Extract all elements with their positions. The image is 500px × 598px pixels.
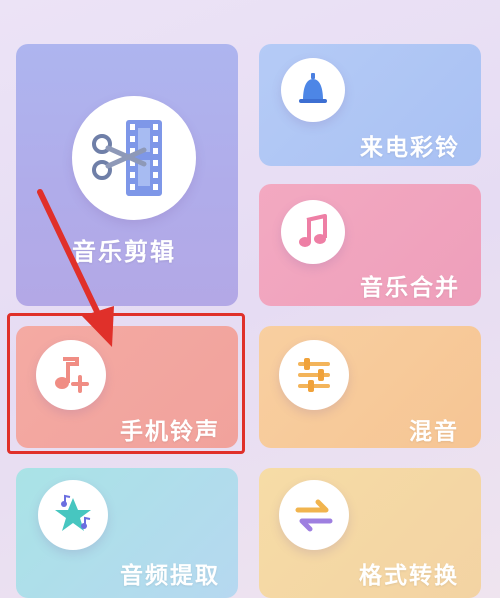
- music-note-icon: [281, 200, 345, 264]
- film-scissors-icon: [72, 96, 196, 220]
- swap-arrows-icon: [279, 480, 349, 550]
- phone-ringtone-card[interactable]: 手机铃声: [16, 326, 238, 448]
- equalizer-icon: [279, 340, 349, 410]
- music-note-plus-icon: [36, 340, 106, 410]
- star-music-icon: [38, 480, 108, 550]
- ringtone-call-card[interactable]: 来电彩铃: [259, 44, 481, 166]
- audio-extract-label: 音频提取: [120, 563, 220, 589]
- music-merge-card[interactable]: 音乐合并: [259, 184, 481, 306]
- music-edit-card[interactable]: 音乐剪辑: [16, 44, 238, 306]
- mix-label: 混音: [409, 419, 459, 445]
- mix-card[interactable]: 混音: [259, 326, 481, 448]
- music-merge-label: 音乐合并: [360, 275, 460, 301]
- phone-ringtone-label: 手机铃声: [120, 419, 220, 445]
- ringtone-call-label: 来电彩铃: [360, 135, 460, 161]
- bell-icon: [281, 58, 345, 122]
- music-edit-label: 音乐剪辑: [72, 238, 176, 266]
- format-convert-card[interactable]: 格式转换: [259, 468, 481, 598]
- audio-extract-card[interactable]: 音频提取: [16, 468, 238, 598]
- format-convert-label: 格式转换: [359, 563, 459, 589]
